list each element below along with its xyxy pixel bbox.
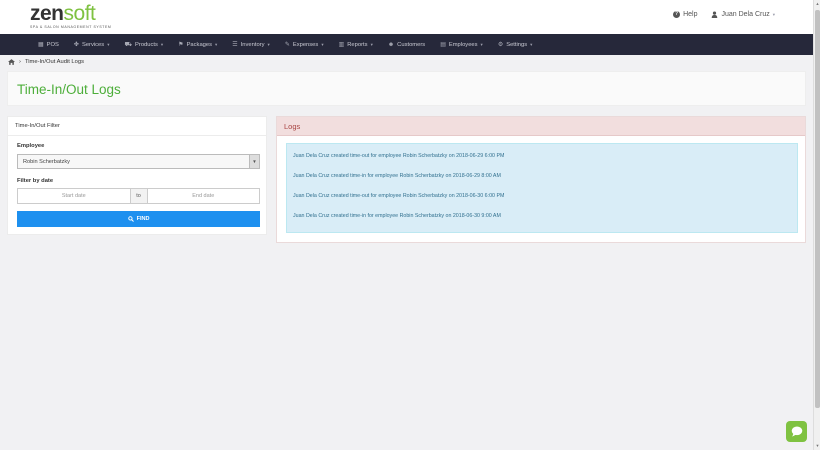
home-icon[interactable] [8,59,15,65]
register-icon: ▦ [38,42,44,48]
logo-tagline: SPA & SALON MANAGEMENT SYSTEM [30,25,112,29]
gear-icon: ⚙ [497,42,504,48]
users-icon: ☻ [387,41,395,48]
nav-reports[interactable]: ▥ Reports ▾ [338,41,373,49]
log-entry: Juan Dela Cruz created time-out for empl… [293,153,505,159]
chevron-down-icon: ▾ [480,41,483,47]
log-list: Juan Dela Cruz created time-out for empl… [286,143,798,233]
page-title-box: Time-In/Out Logs [7,71,806,106]
nav-customers[interactable]: ☻ Customers [388,42,425,48]
search-icon [127,216,134,222]
logs-panel: Logs Juan Dela Cruz created time-out for… [276,116,806,243]
chevron-down-icon: ▾ [530,41,533,47]
employee-select[interactable]: Robin Scherbatzky ▼ [17,154,260,169]
log-entry: Juan Dela Cruz created time-out for empl… [293,193,505,199]
nav-customers-label: Customers [397,41,426,48]
chat-bubble-icon [791,426,802,437]
end-date-input[interactable]: End date [146,188,260,204]
breadcrumb-separator: › [19,59,21,65]
chat-button[interactable] [786,421,807,442]
chevron-down-icon: ▼ [249,155,259,168]
filter-panel: Time-In/Out Filter Employee Robin Scherb… [7,116,267,235]
breadcrumb: › Time-In/Out Audit Logs [8,59,84,65]
nav-settings[interactable]: ⚙ Settings ▾ [497,41,533,49]
question-circle-icon: ? [673,11,681,18]
find-button[interactable]: FIND [17,211,260,227]
services-icon: ✤ [73,42,79,48]
nav-reports-label: Reports [347,41,368,48]
cart-icon: ⛟ [124,41,133,48]
nav-pos[interactable]: ▦ POS [38,41,59,49]
filter-panel-title: Time-In/Out Filter [8,117,266,136]
chevron-down-icon: ▾ [370,41,373,47]
start-date-input[interactable]: Start date [17,188,131,204]
chevron-down-icon: ▾ [215,41,218,47]
nav-employees-label: Employees [448,41,478,48]
date-filter-label: Filter by date [17,178,54,184]
logo-name-part-a: zen [30,2,64,25]
find-button-label: FIND [136,216,150,222]
main-navbar: ▦ POS ✤ Services ▾ ⛟ Products ▾ ⚑ Packag… [0,34,813,55]
employee-label: Employee [17,143,45,149]
page-scrollbar[interactable]: ▲ ▼ [813,0,820,450]
scroll-down-arrow-icon[interactable]: ▼ [814,442,820,450]
nav-pos-label: POS [46,41,59,48]
date-to-label: to [130,188,147,204]
briefcase-icon: ▤ [440,42,446,48]
chevron-down-icon: ▾ [107,41,110,47]
employee-select-value: Robin Scherbatzky [23,159,70,165]
chevron-down-icon: ▾ [267,41,270,47]
nav-products-label: Products [135,41,158,48]
bar-chart-icon: ▥ [338,42,345,48]
date-range: Start date to End date [17,188,260,204]
zensoft-logo[interactable]: zensoft SPA & SALON MANAGEMENT SYSTEM [30,2,112,29]
chevron-down-icon: ▾ [772,11,775,17]
chevron-down-icon: ▾ [160,41,164,47]
nav-packages[interactable]: ⚑ Packages ▾ [178,41,218,49]
page-title: Time-In/Out Logs [17,82,121,97]
nav-inventory-label: Inventory [240,41,265,48]
nav-employees[interactable]: ▤ Employees ▾ [440,41,483,49]
top-header: zensoft SPA & SALON MANAGEMENT SYSTEM ? … [0,0,813,34]
help-label: Help [683,11,698,18]
breadcrumb-current: Time-In/Out Audit Logs [24,59,85,65]
chevron-down-icon: ▾ [321,41,324,47]
help-link[interactable]: ? Help [673,11,697,18]
nav-expenses-label: Expenses [292,41,319,48]
edit-icon: ✎ [284,42,290,48]
nav-settings-label: Settings [506,41,528,48]
log-entry: Juan Dela Cruz created time-in for emplo… [293,173,501,179]
nav-inventory[interactable]: ☰ Inventory ▾ [232,41,270,49]
nav-services-label: Services [81,41,105,48]
nav-packages-label: Packages [186,41,213,48]
user-menu[interactable]: Juan Dela Cruz ▾ [711,11,775,18]
nav-services[interactable]: ✤ Services ▾ [73,41,110,49]
tags-icon: ⚑ [178,42,184,48]
logo-name-part-b: soft [63,2,96,25]
nav-products[interactable]: ⛟ Products ▾ [124,41,163,49]
logs-panel-title: Logs [277,117,805,136]
list-icon: ☰ [232,42,238,48]
scrollbar-thumb[interactable] [815,10,820,408]
user-icon [712,11,718,18]
user-name: Juan Dela Cruz [721,11,770,18]
scroll-up-arrow-icon[interactable]: ▲ [814,0,820,8]
nav-expenses[interactable]: ✎ Expenses ▾ [284,41,324,49]
log-entry: Juan Dela Cruz created time-in for emplo… [293,213,501,219]
